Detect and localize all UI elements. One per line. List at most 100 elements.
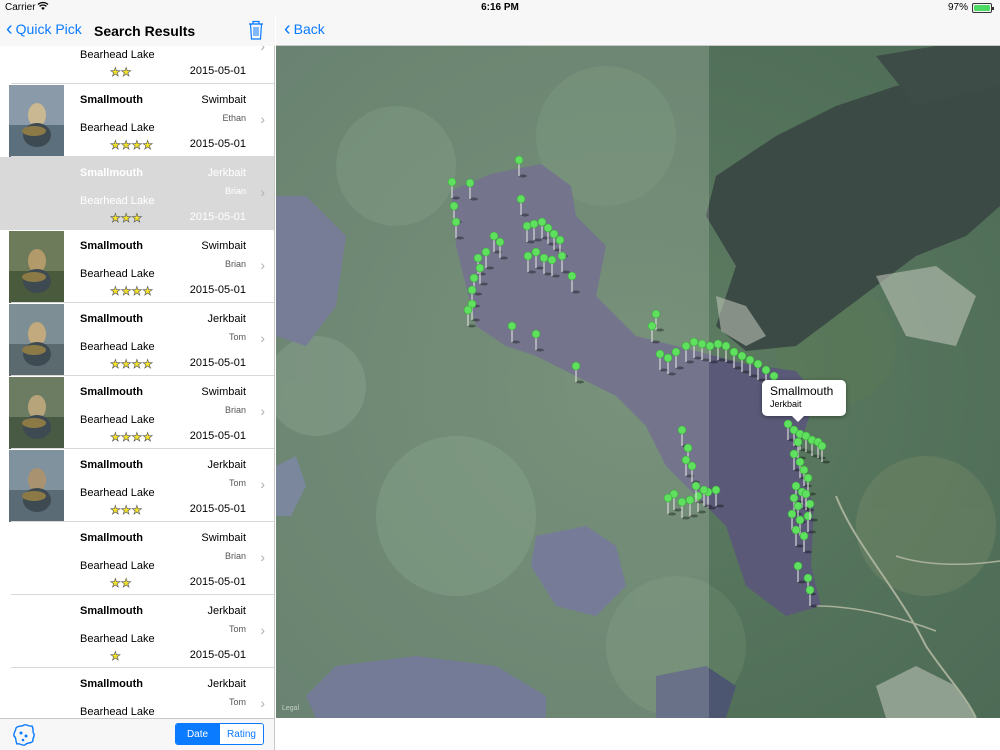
date-label: 2015-05-01 — [189, 357, 246, 369]
chevron-right-icon: › — [260, 184, 265, 200]
lake-label: Bearhead Lake — [80, 341, 155, 353]
bait-label: Jerkbait — [207, 167, 246, 179]
star-rating: ★★ — [110, 576, 132, 591]
date-label: 2015-05-01 — [189, 649, 246, 661]
species-label: Smallmouth — [80, 532, 143, 544]
bait-label: Jerkbait — [207, 459, 246, 471]
chevron-right-icon: › — [260, 476, 265, 492]
quick-pick-label: Quick Pick — [15, 21, 82, 37]
bait-label: Swimbait — [201, 532, 246, 544]
catch-photo — [9, 450, 64, 522]
lake-label: Bearhead Lake — [80, 487, 155, 499]
star-rating: ★★★★ — [110, 357, 154, 372]
quick-pick-button[interactable]: ‹ Quick Pick — [6, 18, 82, 40]
catch-photo — [9, 377, 64, 449]
lake-label: Bearhead Lake — [80, 195, 155, 207]
bait-label: Swimbait — [201, 94, 246, 106]
clock: 6:16 PM — [481, 2, 519, 13]
lake-label: Bearhead Lake — [80, 122, 155, 134]
right-bottom-area — [276, 718, 1000, 750]
sort-rating-button[interactable]: Rating — [219, 724, 263, 744]
chevron-right-icon: › — [260, 257, 265, 273]
status-bar: Carrier 6:16 PM 97% — [0, 0, 1000, 16]
callout-subtitle: Jerkbait — [770, 399, 802, 409]
star-rating: ★★★★ — [110, 430, 154, 445]
trash-icon[interactable] — [246, 18, 266, 42]
chevron-right-icon: › — [260, 549, 265, 565]
left-nav-bar: ‹ Quick Pick Search Results — [0, 16, 275, 46]
date-label: 2015-05-01 — [189, 430, 246, 442]
star-rating: ★★★ — [110, 503, 143, 518]
star-rating: ★★ — [110, 65, 132, 80]
back-button[interactable]: ‹ Back — [284, 18, 325, 40]
map-legal-link[interactable]: Legal — [282, 705, 299, 712]
angler-label: Brian — [224, 259, 246, 269]
species-label: Smallmouth — [80, 240, 143, 252]
catch-photo — [9, 85, 64, 157]
star-rating: ★★★ — [110, 211, 143, 226]
angler-label: Tom — [228, 697, 246, 707]
angler-label: Brian — [224, 405, 246, 415]
battery-percent: 97% — [947, 2, 968, 13]
bait-label: Jerkbait — [207, 678, 246, 690]
species-label: Smallmouth — [80, 386, 143, 398]
species-label: Smallmouth — [80, 313, 143, 325]
lake-label: Bearhead Lake — [80, 268, 155, 280]
sort-segmented-control: Date Rating — [175, 723, 264, 745]
chevron-right-icon: › — [260, 330, 265, 346]
lake-label: Bearhead Lake — [80, 49, 155, 61]
date-label: 2015-05-01 — [189, 503, 246, 515]
list-item[interactable]: Smallmouth Swimbait Brian Bearhead Lake ★★★★… — [0, 376, 274, 449]
sort-date-button[interactable]: Date — [176, 724, 219, 744]
map-region-icon[interactable] — [11, 722, 37, 748]
list-item[interactable]: Smallmouth Swimbait Brian Bearhead Lake ★★★★… — [0, 230, 274, 303]
species-label: Smallmouth — [80, 167, 143, 179]
satellite-map[interactable]: Smallmouth Jerkbait Legal — [276, 46, 1000, 718]
chevron-left-icon: ‹ — [284, 18, 291, 40]
list-item[interactable]: Smallmouth Jerkbait Tom Bearhead Lake › — [0, 668, 274, 718]
species-label: Smallmouth — [80, 605, 143, 617]
callout-title: Smallmouth — [770, 384, 834, 398]
angler-label: Brian — [224, 186, 246, 196]
list-item[interactable]: Smallmouth Swimbait Ethan Bearhead Lake ★★★★… — [0, 84, 274, 157]
angler-label: Tom — [228, 478, 246, 488]
date-label: 2015-05-01 — [189, 576, 246, 588]
date-label: 2015-05-01 — [189, 211, 246, 223]
back-label: Back — [293, 21, 325, 37]
chevron-right-icon: › — [260, 622, 265, 638]
page-title: Search Results — [94, 23, 196, 39]
list-item[interactable]: Smallmouth Swimbait Brian Bearhead Lake ★★ 20… — [0, 522, 274, 595]
angler-label: Brian — [224, 551, 246, 561]
angler-label: Tom — [228, 332, 246, 342]
chevron-right-icon: › — [260, 403, 265, 419]
pin-callout[interactable]: Smallmouth Jerkbait — [762, 380, 846, 422]
lake-label: Bearhead Lake — [80, 706, 155, 718]
star-rating: ★★★★ — [110, 138, 154, 153]
date-label: 2015-05-01 — [189, 284, 246, 296]
date-label: 2015-05-01 — [189, 138, 246, 150]
list-item[interactable]: Bearhead Lake ★★ 2015-05-01 › — [0, 46, 274, 84]
species-label: Smallmouth — [80, 94, 143, 106]
bottom-toolbar: Date Rating — [0, 718, 275, 750]
list-item[interactable]: Smallmouth Jerkbait Tom Bearhead Lake ★ 2015-… — [0, 595, 274, 668]
catch-photo — [9, 231, 64, 303]
lake-label: Bearhead Lake — [80, 633, 155, 645]
catch-photo — [9, 304, 64, 376]
bait-label: Jerkbait — [207, 605, 246, 617]
bait-label: Jerkbait — [207, 313, 246, 325]
star-rating: ★ — [110, 649, 121, 664]
lake-label: Bearhead Lake — [80, 414, 155, 426]
list-item[interactable]: Smallmouth Jerkbait Brian Bearhead Lake ★★★ 2… — [0, 157, 274, 230]
catch-list[interactable]: Bearhead Lake ★★ 2015-05-01 › Smallmouth Swim… — [0, 46, 275, 718]
chevron-right-icon: › — [260, 695, 265, 711]
chevron-right-icon: › — [260, 111, 265, 127]
right-nav-bar: ‹ Back — [276, 16, 1000, 46]
chevron-left-icon: ‹ — [6, 18, 13, 40]
list-item[interactable]: Smallmouth Jerkbait Tom Bearhead Lake ★★★★ 20… — [0, 303, 274, 376]
star-rating: ★★★★ — [110, 284, 154, 299]
species-label: Smallmouth — [80, 459, 143, 471]
bait-label: Swimbait — [201, 386, 246, 398]
list-item[interactable]: Smallmouth Jerkbait Tom Bearhead Lake ★★★ 201… — [0, 449, 274, 522]
angler-label: Tom — [228, 624, 246, 634]
species-label: Smallmouth — [80, 678, 143, 690]
